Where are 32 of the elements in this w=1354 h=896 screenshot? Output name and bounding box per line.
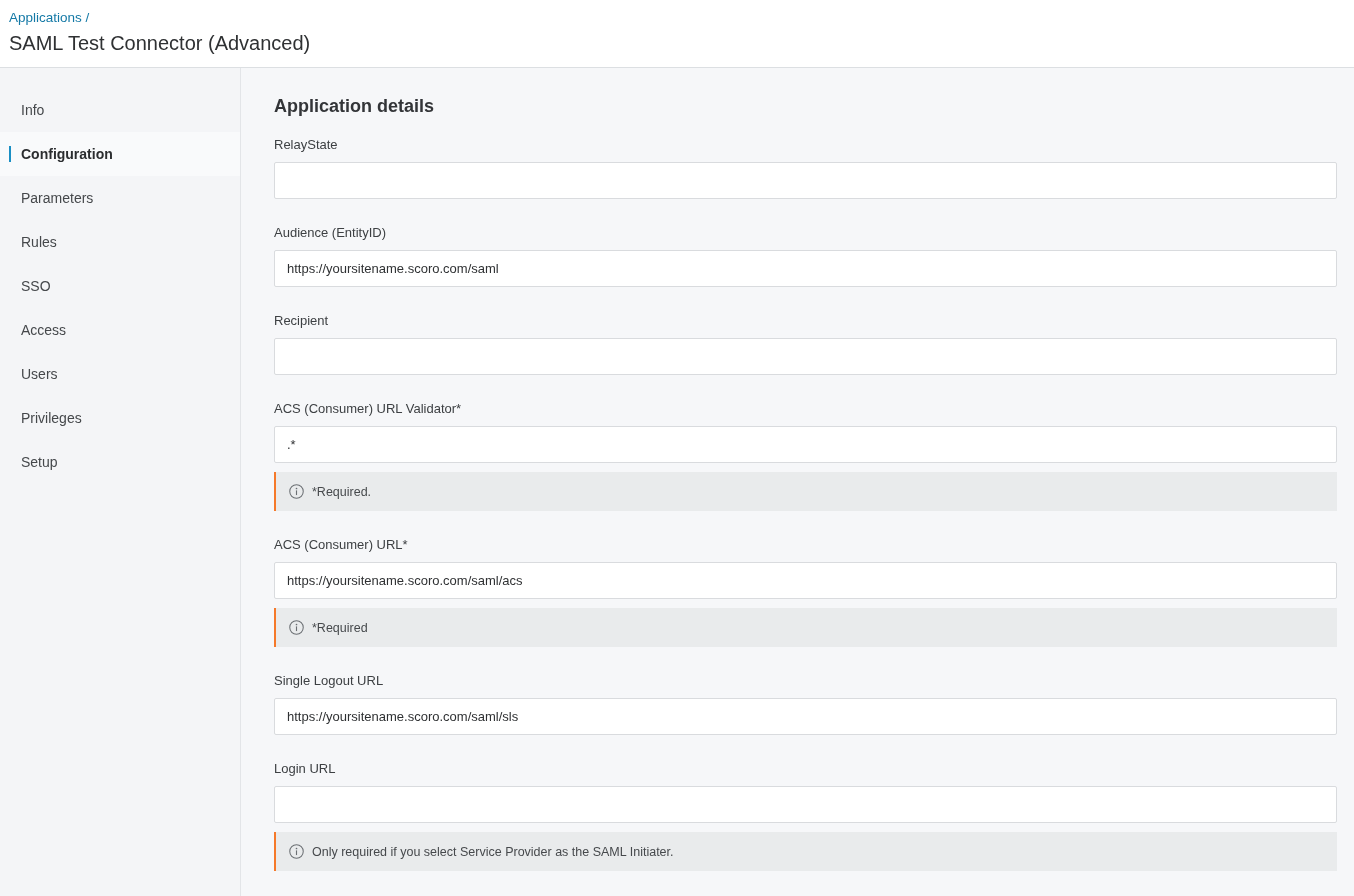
sidebar-item[interactable]: Privileges [0,396,240,440]
text-field[interactable]: .* [274,426,1337,463]
notice-text: *Required [312,620,368,635]
sidebar-item[interactable]: Rules [0,220,240,264]
field-label: ACS (Consumer) URL Validator* [274,400,463,418]
page-title: SAML Test Connector (Advanced) [9,31,311,55]
field-label: Login URL [274,760,337,778]
text-field[interactable]: https://yoursitename.scoro.com/saml/acs [274,562,1337,599]
info-icon [289,484,304,499]
field-label: Audience (EntityID) [274,224,387,242]
text-field[interactable] [274,338,1337,375]
field-label: RelayState [274,136,339,154]
sidebar-item[interactable]: Parameters [0,176,240,220]
info-icon [289,844,304,859]
text-field[interactable] [274,162,1337,199]
field-label: Single Logout URL [274,672,385,690]
sidebar-item[interactable]: Users [0,352,240,396]
sidebar-item[interactable]: Configuration [0,132,240,176]
breadcrumb-link[interactable]: Applications / [9,9,90,27]
field-label: ACS (Consumer) URL* [274,536,409,554]
field-label: Recipient [274,312,330,330]
text-field[interactable]: https://yoursitename.scoro.com/saml [274,250,1337,287]
notice-text: Only required if you select Service Provider as the SAML Initiater. [312,844,674,859]
section-title: Application details [274,95,436,117]
sidebar-item[interactable]: SSO [0,264,240,308]
sidebar-item[interactable]: Access [0,308,240,352]
notice-text: *Required. [312,484,372,499]
info-icon [289,620,304,635]
text-field[interactable] [274,786,1337,823]
sidebar-item[interactable]: Info [0,88,240,132]
sidebar-item[interactable]: Setup [0,440,240,484]
text-field[interactable]: https://yoursitename.scoro.com/saml/sls [274,698,1337,735]
